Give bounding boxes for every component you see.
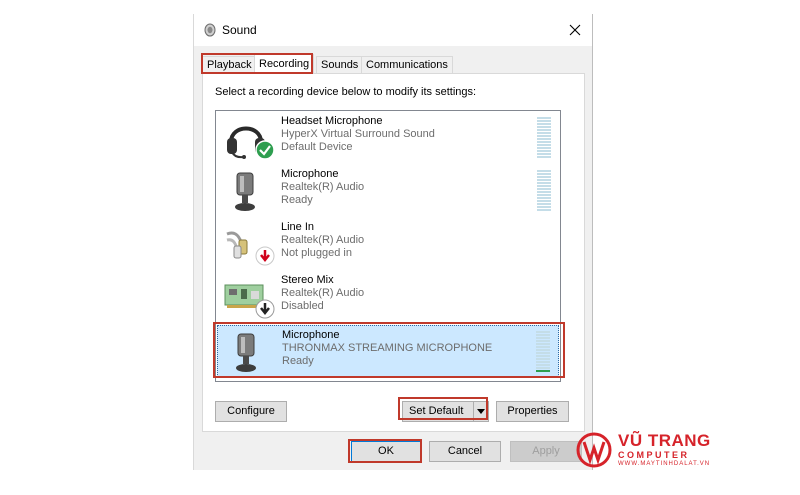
device-item-microphone-thronmax[interactable]: Microphone THRONMAX STREAMING MICROPHONE…: [217, 325, 559, 377]
title-bar: Sound: [194, 14, 592, 46]
device-name: Microphone: [282, 329, 340, 341]
device-list[interactable]: Headset Microphone HyperX Virtual Surrou…: [215, 110, 561, 382]
device-status: Ready: [281, 194, 313, 206]
sound-dialog: Sound Playback Recording Sounds Communic…: [193, 14, 593, 470]
brand-url: WWW.MAYTINHDALAT.VN: [618, 461, 711, 467]
level-meter: [536, 331, 550, 373]
level-meter: [537, 170, 551, 212]
device-driver: THRONMAX STREAMING MICROPHONE: [282, 342, 493, 354]
device-driver: Realtek(R) Audio: [281, 287, 365, 299]
device-item-microphone-realtek[interactable]: Microphone Realtek(R) Audio Ready: [217, 165, 559, 217]
tab-communications[interactable]: Communications: [361, 56, 453, 74]
apply-button[interactable]: Apply: [510, 441, 582, 462]
ok-button[interactable]: OK: [351, 441, 421, 462]
properties-button[interactable]: Properties: [496, 401, 569, 422]
brand-name: VŨ TRANG: [618, 431, 711, 450]
tab-strip: Playback Recording Sounds Communications: [202, 54, 582, 74]
device-name: Line In: [281, 221, 315, 233]
microphone-icon: [236, 333, 256, 372]
configure-button[interactable]: Configure: [215, 401, 287, 422]
device-item-headset-microphone[interactable]: Headset Microphone HyperX Virtual Surrou…: [217, 112, 559, 164]
brand-tagline: COMPUTER: [618, 450, 690, 460]
device-status: Disabled: [281, 300, 324, 312]
device-status: Ready: [282, 355, 314, 367]
set-default-dropdown[interactable]: [473, 402, 488, 421]
brand-logo-icon: [576, 432, 612, 468]
tab-sounds[interactable]: Sounds: [316, 56, 364, 74]
set-default-label: Set Default: [409, 405, 464, 417]
close-button[interactable]: [558, 14, 592, 46]
cancel-button[interactable]: Cancel: [429, 441, 501, 462]
microphone-icon: [235, 172, 255, 211]
device-driver: Realtek(R) Audio: [281, 181, 365, 193]
speaker-icon: [204, 23, 216, 37]
recording-panel: Select a recording device below to modif…: [202, 73, 585, 432]
device-name: Headset Microphone: [281, 115, 383, 127]
device-name: Microphone: [281, 168, 339, 180]
device-driver: HyperX Virtual Surround Sound: [281, 128, 435, 140]
device-status: Default Device: [281, 141, 353, 153]
device-driver: Realtek(R) Audio: [281, 234, 365, 246]
device-item-line-in[interactable]: Line In Realtek(R) Audio Not plugged in: [217, 218, 559, 270]
set-default-button[interactable]: Set Default: [402, 401, 489, 422]
window-title: Sound: [222, 23, 257, 37]
level-meter: [537, 117, 551, 159]
tab-recording[interactable]: Recording: [254, 54, 315, 74]
dropdown-arrow-icon: [477, 409, 485, 414]
default-check-icon: [255, 140, 275, 160]
device-status: Not plugged in: [281, 247, 352, 259]
instruction-text: Select a recording device below to modif…: [215, 86, 477, 98]
disabled-arrow-icon: [255, 299, 275, 319]
device-name: Stereo Mix: [281, 274, 334, 286]
brand-watermark: VŨ TRANG COMPUTER WWW.MAYTINHDALAT.VN: [576, 430, 716, 470]
tab-playback[interactable]: Playback: [202, 56, 257, 74]
close-icon: [569, 24, 581, 36]
unplugged-arrow-icon: [255, 246, 275, 266]
device-item-stereo-mix[interactable]: Stereo Mix Realtek(R) Audio Disabled: [217, 271, 559, 323]
